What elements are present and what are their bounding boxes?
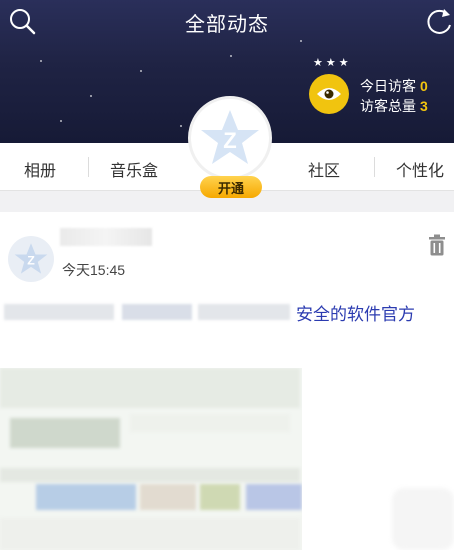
tab-divider: [88, 157, 89, 177]
image-blur: [0, 368, 300, 408]
crown-stars-icon: ★★★: [313, 57, 352, 69]
profile-avatar[interactable]: Z: [188, 96, 272, 180]
side-blur-placeholder: [392, 488, 454, 550]
open-vip-label: 开通: [217, 180, 244, 196]
feed-card: Z 今天15:45 安全的软件官方: [0, 212, 454, 550]
tab-album[interactable]: 相册: [24, 157, 56, 181]
trash-icon[interactable]: [428, 234, 446, 256]
image-blur: [246, 484, 302, 510]
tab-community[interactable]: 社区: [308, 157, 340, 181]
image-blur: [36, 484, 136, 510]
post-text-blurred: [4, 304, 114, 320]
image-blur: [130, 414, 290, 432]
image-blur: [10, 418, 120, 448]
post-author-name[interactable]: [60, 228, 152, 246]
today-visitors-label: 今日访客: [360, 78, 416, 94]
page-title: 全部动态: [185, 14, 269, 36]
today-visitors: 今日访客 0: [360, 76, 428, 96]
total-visitors-label: 访客总量: [360, 98, 416, 114]
post-text-blurred: [198, 304, 290, 320]
tab-divider: [374, 157, 375, 177]
total-visitors: 访客总量 3: [360, 96, 428, 116]
image-blur: [200, 484, 240, 510]
eye-icon[interactable]: [309, 74, 349, 114]
today-visitors-count: 0: [420, 78, 428, 94]
tab-personalize[interactable]: 个性化: [396, 157, 444, 181]
svg-text:Z: Z: [223, 128, 236, 153]
post-avatar[interactable]: Z: [8, 236, 54, 282]
title-bar: 全部动态: [0, 0, 454, 44]
post-image[interactable]: [0, 368, 302, 550]
image-blur: [0, 518, 300, 550]
total-visitors-count: 3: [420, 98, 428, 114]
qzone-star-icon: Z: [14, 243, 48, 274]
qzone-star-icon: Z: [201, 110, 259, 164]
open-vip-badge[interactable]: 开通: [200, 176, 262, 198]
image-blur: [0, 468, 300, 482]
image-blur: [140, 484, 196, 510]
post-time: 今天15:45: [62, 262, 126, 278]
svg-text:Z: Z: [27, 254, 35, 268]
refresh-icon[interactable]: [424, 5, 454, 39]
post-text-blurred: [122, 304, 192, 320]
post-text-link[interactable]: 安全的软件官方: [296, 300, 415, 325]
tab-music-box[interactable]: 音乐盒: [110, 157, 158, 181]
